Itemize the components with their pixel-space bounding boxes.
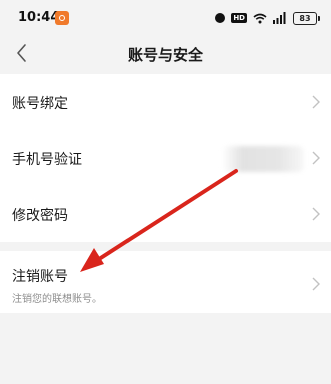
wifi-icon xyxy=(253,13,267,23)
chevron-right-icon xyxy=(312,95,320,109)
chevron-right-icon xyxy=(312,207,320,221)
account-binding-item[interactable]: 账号绑定 xyxy=(0,74,331,130)
signal-icon xyxy=(273,12,286,24)
cancel-account-description: 注销您的联想账号。 xyxy=(12,294,102,305)
battery-icon: 83 xyxy=(293,11,320,25)
cancel-account-label: 注销账号 xyxy=(12,269,68,285)
change-password-label: 修改密码 xyxy=(12,208,68,224)
navigation-bar: 账号与安全 xyxy=(0,34,331,72)
alarm-icon xyxy=(215,13,226,23)
settings-list: 账号绑定 手机号验证 修改密码 xyxy=(0,74,331,242)
status-bar: 10:44 HD 83 xyxy=(0,0,331,34)
phone-verification-item[interactable]: 手机号验证 xyxy=(0,130,331,186)
chevron-right-icon xyxy=(312,277,320,291)
account-binding-label: 账号绑定 xyxy=(12,96,68,112)
chevron-right-icon xyxy=(312,151,320,165)
hd-badge: HD xyxy=(231,13,247,23)
status-time: 10:44 xyxy=(18,10,60,25)
change-password-item[interactable]: 修改密码 xyxy=(0,186,331,242)
page-title: 账号与安全 xyxy=(127,46,203,64)
phone-verification-label: 手机号验证 xyxy=(12,152,82,168)
system-icons: HD 83 xyxy=(215,10,320,26)
cancel-account-item[interactable]: 注销账号 注销您的联想账号。 xyxy=(0,251,331,313)
phone-number-value-blurred xyxy=(222,146,304,172)
app-notification-icon xyxy=(55,11,69,25)
